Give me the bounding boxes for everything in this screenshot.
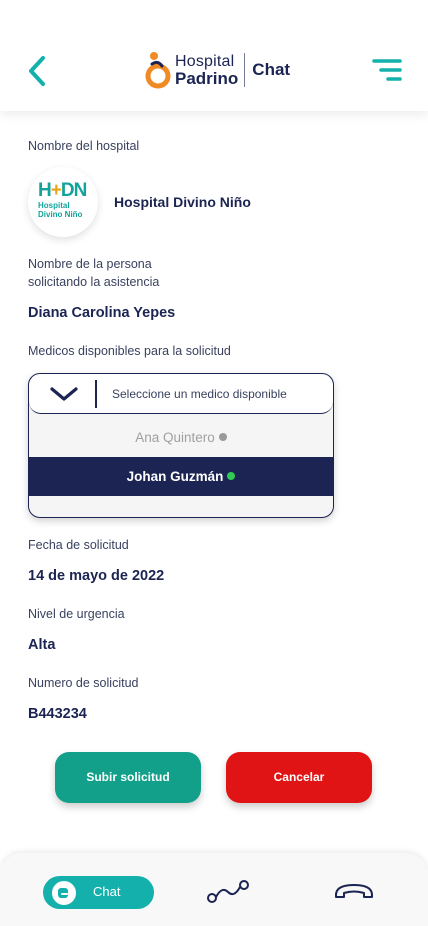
phone-hangup-icon[interactable] bbox=[333, 881, 375, 901]
menu-icon[interactable] bbox=[372, 58, 402, 82]
logo-line2: Padrino bbox=[175, 68, 239, 88]
hospital-label: Nombre del hospital bbox=[28, 139, 140, 153]
person-name: Diana Carolina Yepes bbox=[28, 305, 176, 321]
doctor-option-ana-quintero[interactable]: Ana Quintero bbox=[29, 418, 333, 458]
doctor-option-label: Johan Guzmán bbox=[126, 469, 224, 484]
app-header: Hospital Padrino Chat bbox=[0, 0, 428, 111]
page-title: Chat bbox=[252, 60, 291, 79]
urgency-value: Alta bbox=[28, 637, 56, 653]
hospital-name: Hospital Divino Niño bbox=[114, 194, 251, 210]
chevron-down-icon[interactable] bbox=[49, 386, 79, 402]
hospital-padrino-logo: Hospital Padrino Chat bbox=[144, 50, 290, 90]
submit-request-button[interactable]: Subir solicitud bbox=[55, 752, 201, 803]
hospital-logo-sub: Hospital Divino Niño bbox=[38, 201, 83, 219]
doctors-label: Medicos disponibles para la solicitud bbox=[28, 344, 231, 358]
hospital-logo: H+DN Hospital Divino Niño bbox=[28, 167, 98, 237]
request-number-value: B443234 bbox=[28, 706, 87, 722]
status-dot-icon bbox=[218, 433, 227, 441]
status-dot-icon bbox=[227, 472, 236, 480]
person-label-line1: Nombre de la persona bbox=[28, 257, 152, 271]
logo-mark-icon bbox=[145, 52, 171, 89]
logo-text: Hospital Padrino bbox=[175, 52, 239, 88]
cancel-button[interactable]: Cancelar bbox=[226, 752, 372, 803]
dropdown-toggle[interactable]: Seleccione un medico disponible bbox=[29, 374, 333, 414]
nav-chat-label: Chat bbox=[93, 884, 121, 899]
urgency-label: Nivel de urgencia bbox=[28, 607, 125, 621]
hospital-logo-mark: H+DN bbox=[38, 180, 87, 201]
logo-line1: Hospital bbox=[175, 52, 235, 70]
doctor-option-label: Ana Quintero bbox=[135, 430, 215, 445]
nav-chat-tab[interactable]: Chat bbox=[43, 876, 154, 909]
doctors-dropdown[interactable]: Seleccione un medico disponible Ana Quin… bbox=[28, 373, 334, 518]
back-arrow-icon[interactable] bbox=[24, 54, 52, 88]
doctor-option-johan-guzman[interactable]: Johan Guzmán bbox=[29, 457, 333, 496]
chat-icon bbox=[52, 881, 76, 905]
dropdown-placeholder: Seleccione un medico disponible bbox=[112, 387, 287, 401]
dropdown-divider bbox=[95, 380, 97, 408]
date-label: Fecha de solicitud bbox=[28, 538, 129, 552]
request-number-label: Numero de solicitud bbox=[28, 676, 139, 690]
person-label-line2: solicitando la asistencia bbox=[28, 275, 160, 289]
route-icon[interactable] bbox=[206, 880, 250, 904]
bottom-nav: Chat bbox=[0, 853, 428, 926]
date-value: 14 de mayo de 2022 bbox=[28, 568, 165, 584]
logo-divider bbox=[244, 53, 246, 87]
